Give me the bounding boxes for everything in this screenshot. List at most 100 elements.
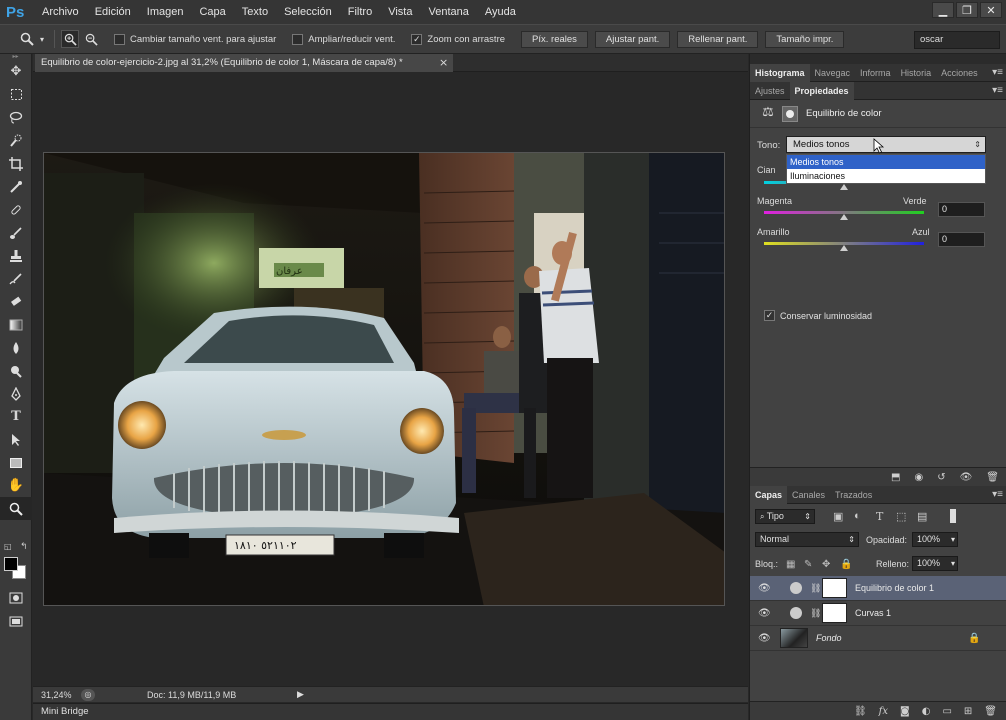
eye-icon[interactable]: 👁 <box>758 633 771 644</box>
rectangle-tool-icon[interactable] <box>0 451 32 474</box>
move-tool-icon[interactable]: ✥ <box>0 60 32 83</box>
menu-edicion[interactable]: Edición <box>87 6 139 18</box>
new-layer-icon[interactable]: ⊞ <box>964 706 972 717</box>
status-menu-arrow-icon[interactable]: ▶ <box>297 689 304 700</box>
resize-windows-checkbox[interactable]: Cambiar tamaño vent. para ajustar <box>114 33 276 45</box>
filter-pixel-icon[interactable]: ▣ <box>833 510 843 523</box>
screen-mode-icon[interactable] <box>0 610 32 633</box>
layer-style-icon[interactable]: fx <box>879 706 888 717</box>
lock-position-icon[interactable]: ✥ <box>822 559 830 570</box>
zoom-tool-icon[interactable] <box>0 497 32 520</box>
trash-icon[interactable]: 🗑 <box>984 706 997 717</box>
menu-imagen[interactable]: Imagen <box>139 6 192 18</box>
cian-rojo-thumb[interactable] <box>840 184 848 190</box>
user-account-field[interactable]: oscar <box>914 31 1000 49</box>
layer-name[interactable]: Curvas 1 <box>855 608 891 618</box>
share-icon[interactable]: ◎ <box>81 688 95 701</box>
layer-filter-select[interactable]: ⌕ Tipo ⇕ <box>755 509 815 524</box>
layer-name[interactable]: Equilibrio de color 1 <box>855 583 934 593</box>
hand-tool-icon[interactable]: ✋ <box>0 474 32 497</box>
layer-mask-thumbnail[interactable] <box>822 603 847 623</box>
eye-icon[interactable]: 👁 <box>758 583 771 594</box>
filter-type-icon[interactable]: T <box>876 510 883 523</box>
swap-colors-icon[interactable]: ↰ <box>20 542 28 552</box>
scrubby-zoom-checkbox[interactable]: ✓ Zoom con arrastre <box>411 33 505 45</box>
lasso-tool-icon[interactable] <box>0 106 32 129</box>
fill-input[interactable]: 100% ▾ <box>912 556 958 571</box>
restore-button[interactable]: ❐ <box>956 2 978 18</box>
magenta-verde-value[interactable]: 0 <box>938 202 985 217</box>
layer-mask-icon[interactable] <box>782 106 798 122</box>
tab-propiedades[interactable]: Propiedades <box>789 81 854 100</box>
document-tab[interactable]: Equilibrio de color-ejercicio-2.jpg al 3… <box>35 54 453 72</box>
tab-histograma[interactable]: Histograma <box>750 63 810 82</box>
clone-stamp-tool-icon[interactable] <box>0 244 32 267</box>
menu-texto[interactable]: Texto <box>234 6 276 18</box>
eyedropper-tool-icon[interactable] <box>0 175 32 198</box>
chevron-down-icon[interactable]: ▾ <box>36 30 48 48</box>
link-icon[interactable]: ⛓ <box>810 583 821 594</box>
amarillo-azul-value[interactable]: 0 <box>938 232 985 247</box>
history-brush-tool-icon[interactable] <box>0 267 32 290</box>
tab-trazados[interactable]: Trazados <box>830 486 877 504</box>
tab-informacion[interactable]: Informa <box>855 64 896 82</box>
add-mask-icon[interactable]: ◙ <box>900 706 910 717</box>
pen-tool-icon[interactable] <box>0 382 32 405</box>
lock-pixels-icon[interactable]: ✎ <box>804 559 812 570</box>
dodge-tool-icon[interactable] <box>0 359 32 382</box>
tono-option-iluminaciones[interactable]: Iluminaciones <box>787 169 985 183</box>
new-adjustment-icon[interactable]: ◐ <box>922 706 931 717</box>
reset-icon[interactable]: ↺ <box>937 472 945 483</box>
quick-mask-icon[interactable] <box>0 586 32 609</box>
close-button[interactable]: ✕ <box>980 2 1002 18</box>
panel-menu-icon[interactable]: ▾≡ <box>992 82 1003 100</box>
lock-all-icon[interactable]: 🔒 <box>840 559 852 570</box>
view-previous-icon[interactable]: ◉ <box>914 472 923 483</box>
menu-archivo[interactable]: Archivo <box>34 6 87 18</box>
tab-close-icon[interactable]: × <box>439 56 448 69</box>
healing-brush-tool-icon[interactable] <box>0 198 32 221</box>
filter-adjustment-icon[interactable]: ◐ <box>854 510 861 522</box>
opacity-input[interactable]: 100% ▾ <box>912 532 958 547</box>
layer-name[interactable]: Fondo <box>816 633 842 643</box>
eraser-tool-icon[interactable] <box>0 290 32 313</box>
new-group-icon[interactable]: ▭ <box>942 706 951 717</box>
crop-tool-icon[interactable] <box>0 152 32 175</box>
layer-mask-thumbnail[interactable] <box>822 578 847 598</box>
magenta-verde-thumb[interactable] <box>840 214 848 220</box>
menu-ayuda[interactable]: Ayuda <box>477 6 524 18</box>
checkbox-box[interactable] <box>114 33 125 45</box>
lock-transparent-icon[interactable]: ▦ <box>786 559 795 570</box>
visibility-icon[interactable]: 👁 <box>960 472 973 483</box>
checkbox-box[interactable] <box>292 33 304 45</box>
blend-mode-select[interactable]: Normal ⇕ <box>755 532 859 547</box>
layer-row[interactable]: 👁 Fondo 🔒 <box>750 626 1006 651</box>
preserve-luminosity-checkbox[interactable]: ✓ Conservar luminosidad <box>764 310 872 321</box>
minimize-button[interactable]: ▁ <box>932 2 954 18</box>
tab-ajustes[interactable]: Ajustes <box>750 82 790 100</box>
clip-to-layer-icon[interactable]: ⬒ <box>891 472 900 483</box>
menu-vista[interactable]: Vista <box>380 6 420 18</box>
filter-shape-icon[interactable]: ⬚ <box>896 510 906 523</box>
zoom-tool-preset-icon[interactable] <box>18 30 36 48</box>
layer-thumbnail[interactable] <box>780 628 808 648</box>
default-colors-icon[interactable]: ◱ <box>4 542 12 551</box>
zoom-in-icon[interactable] <box>61 30 79 48</box>
print-size-button[interactable]: Tamaño impr. <box>765 30 845 48</box>
path-selection-tool-icon[interactable] <box>0 428 32 451</box>
zoom-all-checkbox[interactable]: Ampliar/reducir vent. <box>292 33 395 45</box>
layer-row[interactable]: 👁 ⛓ Curvas 1 <box>750 601 1006 626</box>
tab-historia[interactable]: Historia <box>896 64 937 82</box>
menu-capa[interactable]: Capa <box>191 6 233 18</box>
checkbox-box[interactable]: ✓ <box>411 33 423 45</box>
amarillo-azul-thumb[interactable] <box>840 245 848 251</box>
fit-screen-button[interactable]: Ajustar pant. <box>594 30 671 48</box>
zoom-out-icon[interactable] <box>82 30 100 48</box>
menu-seleccion[interactable]: Selección <box>276 6 340 18</box>
tono-select[interactable]: Medios tonos ⇕ <box>786 136 986 153</box>
type-tool-icon[interactable]: T <box>0 405 32 428</box>
link-layers-icon[interactable]: ⛓ <box>854 706 867 717</box>
brush-tool-icon[interactable] <box>0 221 32 244</box>
panel-menu-icon[interactable]: ▾≡ <box>992 64 1003 82</box>
checkbox-box[interactable]: ✓ <box>764 310 775 321</box>
